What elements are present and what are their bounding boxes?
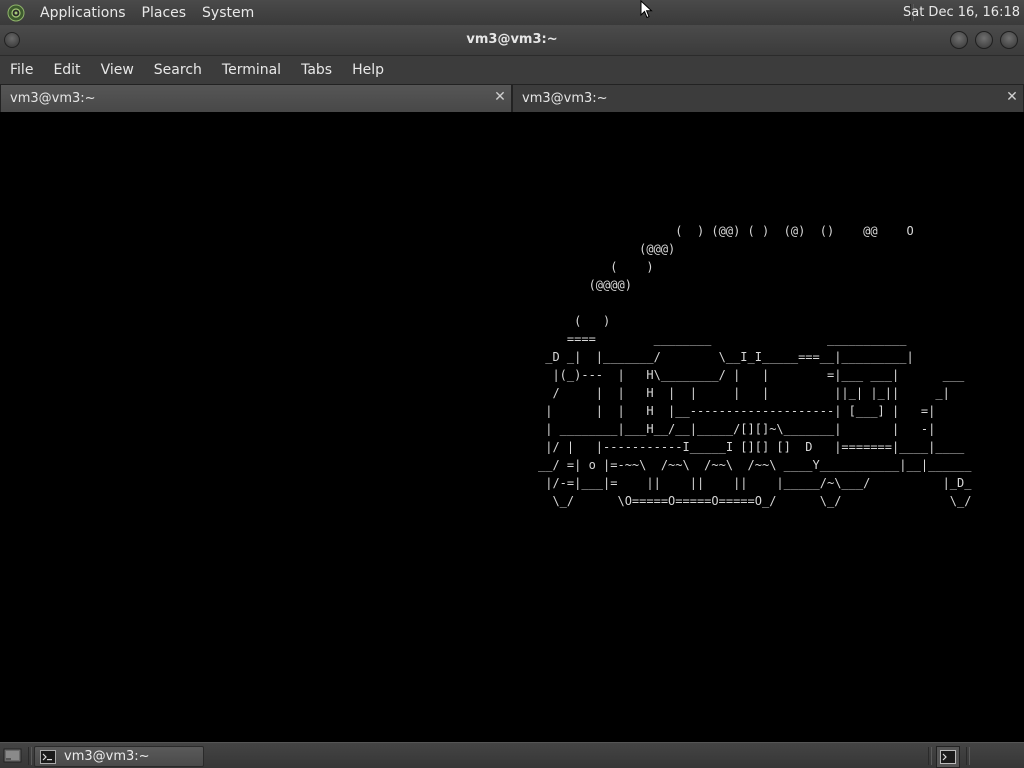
terminal-icon bbox=[40, 749, 56, 764]
minimize-button[interactable] bbox=[950, 31, 968, 49]
bottom-panel: vm3@vm3:~ bbox=[0, 742, 1024, 768]
panel-separator bbox=[928, 747, 932, 765]
workspace-switcher-icon[interactable] bbox=[936, 746, 960, 768]
close-window-button[interactable] bbox=[1000, 31, 1018, 49]
menu-edit[interactable]: Edit bbox=[43, 62, 90, 78]
gnome-foot-logo-icon[interactable] bbox=[6, 3, 26, 23]
terminal-area[interactable]: ( ) (@@) ( ) (@) () @@ O (@@@) ( ) (@@@@… bbox=[0, 112, 1024, 742]
applications-menu[interactable]: Applications bbox=[32, 5, 134, 21]
desktop: Applications Places System Sat Dec 16, 1… bbox=[0, 0, 1024, 768]
window-title: vm3@vm3:~ bbox=[466, 32, 558, 47]
taskbar-terminal-button[interactable]: vm3@vm3:~ bbox=[34, 746, 204, 767]
tab-1[interactable]: vm3@vm3:~ ✕ bbox=[0, 84, 512, 113]
mouse-cursor-icon bbox=[640, 0, 654, 24]
panel-separator bbox=[966, 747, 970, 765]
menu-search[interactable]: Search bbox=[144, 62, 212, 78]
menu-terminal[interactable]: Terminal bbox=[212, 62, 291, 78]
maximize-button[interactable] bbox=[975, 31, 993, 49]
close-tab-icon[interactable]: ✕ bbox=[493, 90, 507, 104]
tab-label: vm3@vm3:~ bbox=[522, 91, 608, 106]
show-desktop-icon[interactable] bbox=[3, 747, 23, 765]
places-menu[interactable]: Places bbox=[134, 5, 195, 21]
menu-help[interactable]: Help bbox=[342, 62, 394, 78]
panel-separator bbox=[28, 747, 32, 765]
top-panel: Applications Places System Sat Dec 16, 1… bbox=[0, 0, 1024, 25]
sl-train-ascii-art: ( ) (@@) ( ) (@) () @@ O (@@@) ( ) (@@@@… bbox=[538, 224, 972, 508]
system-menu[interactable]: System bbox=[194, 5, 262, 21]
menu-tabs[interactable]: Tabs bbox=[291, 62, 342, 78]
menu-view[interactable]: View bbox=[91, 62, 144, 78]
tab-label: vm3@vm3:~ bbox=[10, 91, 96, 106]
taskbar-button-label: vm3@vm3:~ bbox=[64, 749, 150, 764]
tab-bar: vm3@vm3:~ ✕ vm3@vm3:~ ✕ bbox=[0, 84, 1024, 113]
menubar: File Edit View Search Terminal Tabs Help bbox=[0, 56, 1024, 84]
clock[interactable]: Sat Dec 16, 16:18 bbox=[903, 0, 1020, 25]
close-tab-icon[interactable]: ✕ bbox=[1005, 90, 1019, 104]
tab-2[interactable]: vm3@vm3:~ ✕ bbox=[512, 84, 1024, 113]
menu-file[interactable]: File bbox=[0, 62, 43, 78]
window-titlebar[interactable]: vm3@vm3:~ bbox=[0, 25, 1024, 56]
